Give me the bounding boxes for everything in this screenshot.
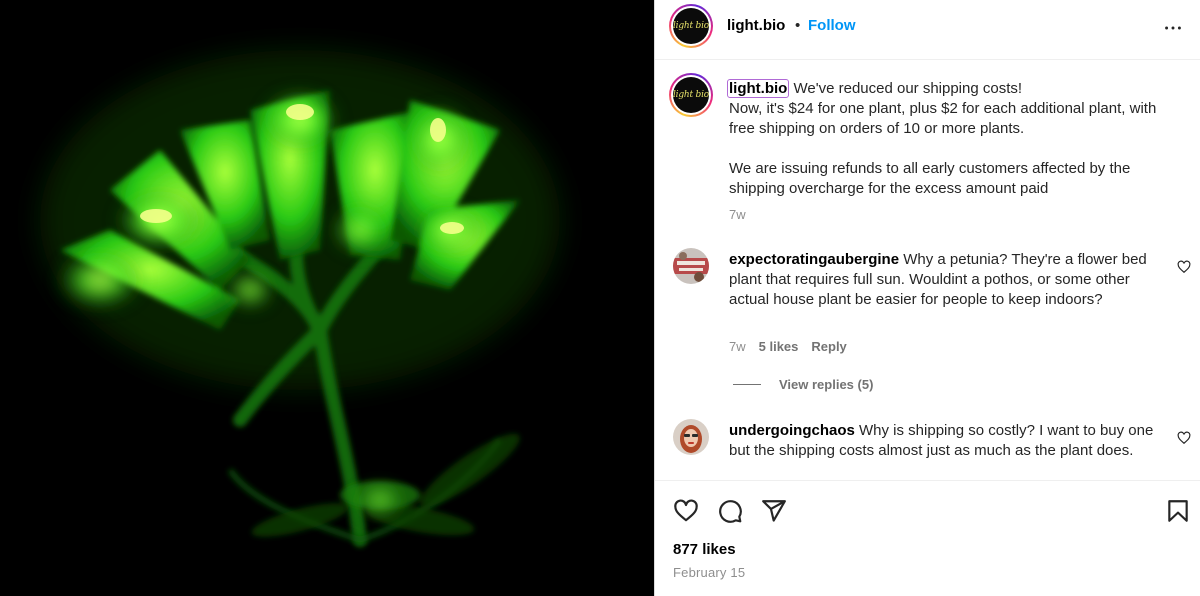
author-username[interactable]: light.bio [727,17,785,34]
share-icon[interactable] [760,497,788,525]
comment-meta: 7w 5 likes Reply [729,339,847,354]
comment-like-heart-icon[interactable] [1177,431,1191,445]
comments-list[interactable]: light bio light.bio We've reduced our sh… [655,61,1200,480]
comment-text-block: undergoingchaos Why is shipping so costl… [729,421,1169,461]
reply-button[interactable]: Reply [811,339,846,354]
caption-username[interactable]: light.bio [727,79,790,98]
bookmark-icon[interactable] [1164,497,1192,525]
post-date[interactable]: February 15 [673,565,745,580]
author-avatar[interactable]: light bio [669,4,713,48]
avatar-logo-text: light bio [673,21,709,31]
instagram-post-view: light bio light.bio • Follow light bio l… [0,0,1200,596]
caption-avatar[interactable]: light bio [669,73,713,117]
comment-likes-count[interactable]: 5 likes [759,339,799,354]
comment-like-heart-icon[interactable] [1177,260,1191,274]
separator-dot: • [795,17,801,34]
post-caption: light.bio We've reduced our shipping cos… [727,79,1179,199]
likes-count[interactable]: 877 likes [673,541,736,558]
follow-button[interactable]: Follow [808,17,856,34]
heart-icon[interactable] [672,497,700,525]
post-image[interactable] [0,0,654,596]
commenter-avatar[interactable] [673,419,709,455]
replies-divider-line [733,384,761,385]
view-replies-button[interactable]: View replies (5) [733,377,873,392]
post-actions-bar: 877 likes February 15 [655,480,1200,596]
commenter-username[interactable]: expectoratingaubergine [729,251,899,268]
post-header: light bio light.bio • Follow [655,0,1200,60]
caption-text: We've reduced our shipping costs! Now, i… [729,80,1157,197]
post-details-panel: light bio light.bio • Follow light bio l… [654,0,1200,596]
caption-avatar-logo-text: light bio [673,90,709,100]
comment-icon[interactable] [716,497,744,525]
view-replies-label: View replies (5) [779,377,874,392]
commenter-username[interactable]: undergoingchaos [729,422,855,439]
commenter-avatar[interactable] [673,248,709,284]
glowing-petunia-photo [0,0,654,596]
more-options-icon[interactable] [1159,14,1187,42]
comment-text-block: expectoratingaubergine Why a petunia? Th… [729,250,1169,310]
comment-timestamp[interactable]: 7w [729,339,746,354]
caption-timestamp[interactable]: 7w [729,207,746,222]
